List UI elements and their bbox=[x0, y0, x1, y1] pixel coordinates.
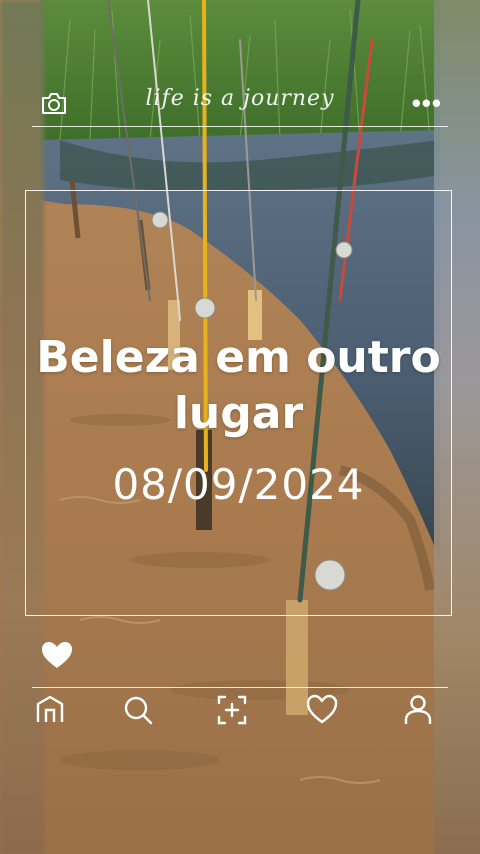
heart-icon[interactable] bbox=[40, 640, 74, 670]
profile-icon[interactable] bbox=[400, 692, 436, 728]
more-dots-icon[interactable]: ••• bbox=[412, 88, 442, 119]
add-icon[interactable] bbox=[214, 692, 250, 728]
top-divider bbox=[32, 126, 448, 127]
post-headline: Beleza em outro lugar bbox=[36, 332, 441, 439]
home-icon[interactable] bbox=[32, 692, 68, 728]
bottom-nav bbox=[32, 692, 448, 736]
top-bar: life is a journey ••• bbox=[32, 84, 448, 124]
search-icon[interactable] bbox=[120, 692, 156, 728]
bottom-divider bbox=[32, 687, 448, 688]
app-title: life is a journey bbox=[145, 86, 335, 111]
heart-outline-icon[interactable] bbox=[304, 692, 340, 728]
post-date: 08/09/2024 bbox=[112, 460, 365, 509]
